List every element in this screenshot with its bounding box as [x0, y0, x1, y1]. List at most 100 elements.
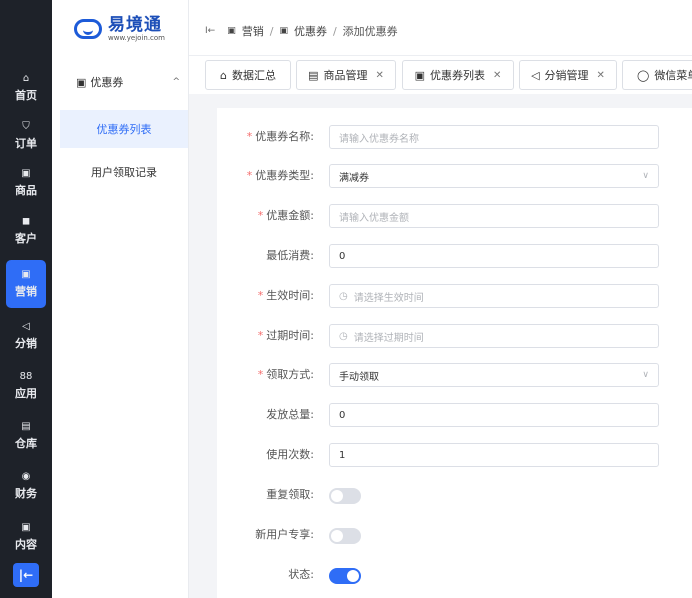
repeat-claim-toggle[interactable] [329, 488, 361, 504]
main-content: * 优惠券名称: 请输入优惠券名称 * 优惠券类型: 满减券 ∨ * 优惠金额: 请输… [189, 94, 692, 598]
close-icon[interactable]: ✕ [376, 70, 384, 81]
coupon-type-select[interactable]: 满减券 ∨ [329, 164, 659, 188]
field-label: * 优惠券名称: [246, 130, 314, 143]
tabs-bar: ⌂ 数据汇总 ▤ 商品管理 ✕ ▣ 优惠券列表 ✕ ◁ 分销管理 ✕ ◯ 微信菜… [189, 56, 692, 94]
tab-label: 微信菜单 [654, 69, 692, 82]
tab-dashboard[interactable]: ⌂ 数据汇总 [205, 60, 291, 90]
expire-time-picker[interactable]: ◷ 请选择过期时间 [329, 324, 659, 348]
breadcrumb-item-current: 添加优惠券 [342, 25, 398, 38]
tab-products[interactable]: ▤ 商品管理 ✕ [296, 60, 396, 90]
clock-icon: ◷ [339, 330, 348, 342]
start-time-picker[interactable]: ◷ 请选择生效时间 [329, 284, 659, 308]
rail-item-label: 客户 [15, 232, 37, 245]
form-row-repeat-claim: 重复领取: [217, 483, 692, 507]
tab-coupon-list[interactable]: ▣ 优惠券列表 ✕ [402, 60, 514, 90]
rail-item-label: 首页 [15, 89, 37, 102]
rail-item-label: 订单 [15, 137, 37, 150]
main-nav-rail: ⌂ 首页 ⛉ 订单 ▣ 商品 ◼ 客户 ▣ 营销 ◁ 分销 88 应用 ▤ 仓库… [0, 0, 52, 598]
warehouse-icon: ▤ [21, 421, 31, 432]
rail-item-home[interactable]: ⌂ 首页 [0, 64, 52, 112]
logo-title: 易境通 [108, 14, 162, 35]
field-label: 新用户专享: [255, 528, 314, 541]
tab-label: 数据汇总 [231, 69, 276, 82]
chevron-up-icon: ^ [172, 77, 180, 87]
form-row-coupon-type: * 优惠券类型: 满减券 ∨ [217, 164, 692, 188]
coupon-name-input[interactable]: 请输入优惠券名称 [329, 125, 659, 149]
close-icon[interactable]: ✕ [597, 70, 605, 81]
sidebar-item-label: 优惠券列表 [96, 123, 152, 136]
logo-mark-icon [74, 19, 102, 39]
usage-count-input[interactable]: 1 [329, 443, 659, 467]
field-label: 最低消费: [266, 249, 314, 262]
form-row-discount-amount: * 优惠金额: 请输入优惠金额 [217, 204, 692, 228]
sidebar-item-label: 用户领取记录 [91, 166, 157, 179]
breadcrumb-item-marketing[interactable]: 营销 [242, 23, 264, 39]
rail-item-apps[interactable]: 88 应用 [0, 362, 52, 410]
claim-method-select[interactable]: 手动领取 ∨ [329, 363, 659, 387]
new-user-only-toggle[interactable] [329, 528, 361, 544]
tab-wechat-menu[interactable]: ◯ 微信菜单 [622, 60, 692, 90]
rail-item-marketing[interactable]: ▣ 营销 [6, 260, 46, 308]
close-icon[interactable]: ✕ [493, 70, 501, 81]
min-spend-input[interactable]: 0 [329, 244, 659, 268]
rail-item-label: 内容 [15, 538, 37, 551]
form-row-claim-method: * 领取方式: 手动领取 ∨ [217, 363, 692, 387]
form-row-status: 状态: [217, 563, 692, 587]
sidebar-group-coupons[interactable]: ▣ 优惠券 ^ [76, 74, 180, 90]
status-toggle[interactable] [329, 568, 361, 584]
field-label: * 领取方式: [257, 368, 314, 381]
field-label: 状态: [288, 568, 314, 581]
chevron-down-icon: ∨ [642, 370, 649, 380]
send-icon: ◁ [531, 68, 540, 82]
tab-label: 分销管理 [544, 69, 589, 82]
form-row-coupon-name: * 优惠券名称: 请输入优惠券名称 [217, 125, 692, 149]
breadcrumb-separator: / [269, 24, 274, 38]
collapse-menu-icon[interactable]: I← [205, 26, 215, 36]
field-label: 发放总量: [266, 408, 314, 421]
apps-grid-icon: 88 [19, 371, 33, 382]
breadcrumb-icon: ▣ [227, 26, 236, 36]
home-icon: ⌂ [220, 68, 227, 82]
tab-distribution[interactable]: ◁ 分销管理 ✕ [519, 60, 617, 90]
breadcrumb: I← ▣ 营销 / ▣ 优惠券 / 添加优惠券 [205, 23, 398, 39]
header: I← ▣ 营销 / ▣ 优惠券 / 添加优惠券 [189, 0, 692, 56]
send-icon: ◁ [22, 321, 30, 332]
field-label: 重复领取: [266, 488, 314, 501]
sidebar-group-label: 优惠券 [90, 76, 124, 89]
box-icon: ▣ [21, 168, 31, 179]
cart-icon: ⛉ [22, 121, 30, 132]
rail-item-finance[interactable]: ◉ 财务 [0, 462, 52, 510]
breadcrumb-separator: / [332, 24, 337, 38]
rail-item-products[interactable]: ▣ 商品 [0, 159, 52, 207]
breadcrumb-icon: ▣ [279, 26, 288, 36]
field-label: * 过期时间: [257, 329, 314, 342]
discount-amount-input[interactable]: 请输入优惠金额 [329, 204, 659, 228]
rail-item-customers[interactable]: ◼ 客户 [0, 207, 52, 255]
coupon-icon: ▣ [414, 68, 425, 82]
rail-item-distribution[interactable]: ◁ 分销 [0, 312, 52, 360]
sidebar-item-coupon-list[interactable]: 优惠券列表 [60, 110, 188, 148]
rail-item-label: 财务 [15, 487, 37, 500]
field-label: * 优惠券类型: [246, 169, 314, 182]
total-issue-input[interactable]: 0 [329, 403, 659, 427]
form-row-usage-count: 使用次数: 1 [217, 443, 692, 467]
collapse-sidebar-button[interactable]: |← [13, 563, 39, 587]
sidebar-item-claim-records[interactable]: 用户领取记录 [60, 153, 188, 191]
breadcrumb-item-coupons[interactable]: 优惠券 [294, 23, 327, 39]
rail-item-content[interactable]: ▣ 内容 [0, 513, 52, 561]
finance-icon: ◉ [21, 471, 31, 482]
rail-item-warehouse[interactable]: ▤ 仓库 [0, 412, 52, 460]
rail-item-label: 仓库 [15, 437, 37, 450]
content-icon: ▣ [21, 522, 31, 533]
form-row-new-user-only: 新用户专享: [217, 523, 692, 547]
rail-item-label: 营销 [15, 285, 37, 298]
secondary-sidebar: 易境通 www.yejoin.com ▣ 优惠券 ^ 优惠券列表 用户领取记录 [52, 0, 189, 598]
clock-icon: ◷ [339, 290, 348, 302]
tab-label: 商品管理 [323, 69, 368, 82]
field-label: * 生效时间: [257, 289, 314, 302]
coupon-icon: ▣ [76, 75, 87, 89]
rail-item-orders[interactable]: ⛉ 订单 [0, 112, 52, 160]
form-row-start-time: * 生效时间: ◷ 请选择生效时间 [217, 284, 692, 308]
user-icon: ◼ [21, 216, 31, 227]
form-row-total-issue: 发放总量: 0 [217, 403, 692, 427]
